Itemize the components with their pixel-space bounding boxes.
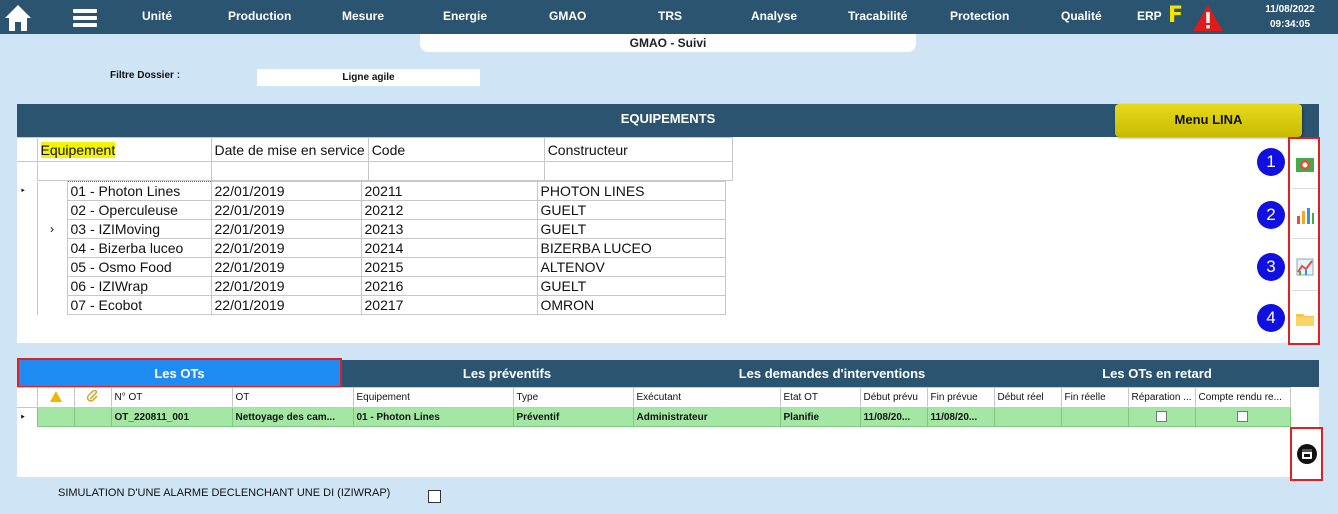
cell-fin-reelle[interactable] — [1060, 407, 1129, 427]
documents-button[interactable] — [1292, 295, 1318, 343]
reparation-checkbox[interactable] — [1156, 411, 1168, 423]
expand-chevron-icon[interactable]: › — [36, 219, 68, 239]
menu-trs[interactable]: TRS — [658, 9, 682, 23]
col-etat-ot[interactable]: Etat OT — [779, 387, 861, 408]
col-ot[interactable]: OT — [231, 387, 354, 408]
cell-etat[interactable]: Planifie — [779, 407, 861, 427]
simulation-label: SIMULATION D'UNE ALARME DECLENCHANT UNE … — [58, 487, 391, 499]
machine-view-button[interactable] — [1292, 141, 1318, 189]
filter-dropdown[interactable]: Ligne agile — [257, 69, 480, 86]
compte-rendu-checkbox[interactable] — [1237, 411, 1249, 423]
home-icon[interactable] — [3, 3, 33, 33]
menu-unite[interactable]: Unité — [142, 9, 172, 23]
simulation-checkbox[interactable] — [428, 490, 441, 503]
col-fin-reelle[interactable]: Fin réelle — [1060, 387, 1129, 408]
col-code[interactable]: Code — [367, 137, 545, 162]
col-constructeur[interactable]: Constructeur — [543, 137, 733, 162]
bar-chart-icon — [1297, 207, 1314, 224]
col-executant[interactable]: Exécutant — [632, 387, 781, 408]
tab-les-ots[interactable]: Les OTs — [17, 358, 342, 388]
datetime: 11/08/2022 09:34:05 — [1245, 2, 1335, 32]
equipements-title: EQUIPEMENTS — [620, 111, 716, 126]
chart-map-icon — [1296, 258, 1314, 275]
col-num-ot[interactable]: N° OT — [110, 387, 233, 408]
col-attachment[interactable] — [73, 387, 112, 408]
col-fin-prevue[interactable]: Fin prévue — [926, 387, 995, 408]
col-equipement[interactable]: Equipement — [352, 387, 514, 408]
cell-type[interactable]: Préventif — [512, 407, 634, 427]
page-title: GMAO - Suivi — [420, 34, 916, 52]
table-row[interactable]: ‣ 01 - Photon Lines 22/01/2019 20211 PHO… — [17, 181, 726, 201]
ot-table: N° OT OT Equipement Type Exécutant Etat … — [17, 387, 1291, 427]
equipements-rows: ‣ 01 - Photon Lines 22/01/2019 20211 PHO… — [17, 181, 726, 315]
filter-row — [17, 161, 733, 181]
filter-cell[interactable] — [367, 161, 545, 181]
cell-equipement[interactable]: 01 - Photon Lines — [352, 407, 514, 427]
cell-executant[interactable]: Administrateur — [632, 407, 781, 427]
side-toolbar — [1288, 137, 1320, 345]
menu-icon[interactable] — [73, 9, 97, 27]
equipements-table: Equipement Date de mise en service Code … — [17, 137, 733, 181]
calendar-button[interactable] — [1290, 427, 1323, 481]
col-debut-reel[interactable]: Début réel — [993, 387, 1062, 408]
folder-icon — [1296, 314, 1314, 326]
menu-erp[interactable]: ERP — [1137, 9, 1162, 23]
col-debut-prevu[interactable]: Début prévu — [859, 387, 928, 408]
menu-gmao[interactable]: GMAO — [549, 9, 586, 23]
tab-ots-en-retard[interactable]: Les OTs en retard — [1047, 360, 1267, 387]
tab-les-preventifs[interactable]: Les préventifs — [372, 360, 642, 387]
table-row[interactable]: 07 - Ecobot 22/01/2019 20217 OMRON — [17, 295, 726, 315]
cell-num-ot[interactable]: OT_220811_001 — [110, 407, 233, 427]
col-equipement[interactable]: Equipement — [36, 137, 212, 162]
number-marker-1: 1 — [1257, 148, 1285, 176]
menu-production[interactable]: Production — [228, 9, 291, 23]
col-compte-rendu[interactable]: Compte rendu re... — [1194, 387, 1291, 408]
date-text: 11/08/2022 — [1265, 4, 1315, 15]
machine-icon — [1296, 157, 1314, 172]
filter-cell[interactable] — [543, 161, 733, 181]
statistics-button[interactable] — [1292, 191, 1318, 239]
cell-compte-rendu — [1194, 407, 1291, 427]
table-row[interactable]: › 03 - IZIMoving 22/01/2019 20213 GUELT — [17, 219, 726, 239]
number-marker-2: 2 — [1257, 201, 1285, 229]
table-row[interactable]: 05 - Osmo Food 22/01/2019 20215 ALTENOV — [17, 257, 726, 277]
menu-protection[interactable]: Protection — [950, 9, 1009, 23]
col-warning[interactable] — [36, 387, 75, 408]
menu-qualite[interactable]: Qualité — [1061, 9, 1102, 23]
number-marker-3: 3 — [1257, 253, 1285, 281]
cell-fin-prevue[interactable]: 11/08/20... — [926, 407, 995, 427]
menu-energie[interactable]: Energie — [443, 9, 487, 23]
table-header-row: Equipement Date de mise en service Code … — [17, 137, 733, 162]
table-header-row: N° OT OT Equipement Type Exécutant Etat … — [17, 387, 1291, 408]
filter-cell[interactable] — [210, 161, 369, 181]
warning-icon[interactable] — [1192, 4, 1224, 32]
filter-cell[interactable] — [36, 161, 212, 181]
menu-analyse[interactable]: Analyse — [751, 9, 797, 23]
tab-demandes-interventions[interactable]: Les demandes d'interventions — [667, 360, 997, 387]
cell-ot[interactable]: Nettoyage des cam... — [231, 407, 354, 427]
col-type[interactable]: Type — [512, 387, 634, 408]
analysis-button[interactable] — [1292, 243, 1318, 291]
filter-label: Filtre Dossier : — [110, 70, 181, 81]
number-marker-4: 4 — [1257, 304, 1285, 332]
cell-reparation — [1127, 407, 1196, 427]
menu-lina-button[interactable]: Menu LINA — [1115, 104, 1302, 137]
col-date[interactable]: Date de mise en service — [210, 137, 369, 162]
menu-mesure[interactable]: Mesure — [342, 9, 384, 23]
calendar-icon — [1296, 444, 1317, 464]
time-text: 09:34:05 — [1269, 19, 1311, 30]
f-logo[interactable]: F — [1168, 3, 1183, 28]
table-row[interactable]: 04 - Bizerba luceo 22/01/2019 20214 BIZE… — [17, 238, 726, 258]
col-reparation[interactable]: Réparation ... — [1127, 387, 1196, 408]
top-navigation-bar: Unité Production Mesure Energie GMAO TRS… — [0, 0, 1338, 34]
menu-tracabilite[interactable]: Tracabilité — [848, 9, 907, 23]
tabs-bar: Les OTs Les préventifs Les demandes d'in… — [17, 358, 1319, 388]
cell-debut-reel[interactable] — [993, 407, 1062, 427]
paperclip-icon — [86, 389, 97, 402]
table-row[interactable]: 06 - IZIWrap 22/01/2019 20216 GUELT — [17, 276, 726, 296]
warning-small-icon — [49, 390, 62, 402]
table-row[interactable]: 02 - Operculeuse 22/01/2019 20212 GUELT — [17, 200, 726, 220]
cell-debut-prevu[interactable]: 11/08/20... — [859, 407, 928, 427]
table-row[interactable]: ‣ OT_220811_001 Nettoyage des cam... 01 … — [17, 407, 1291, 427]
